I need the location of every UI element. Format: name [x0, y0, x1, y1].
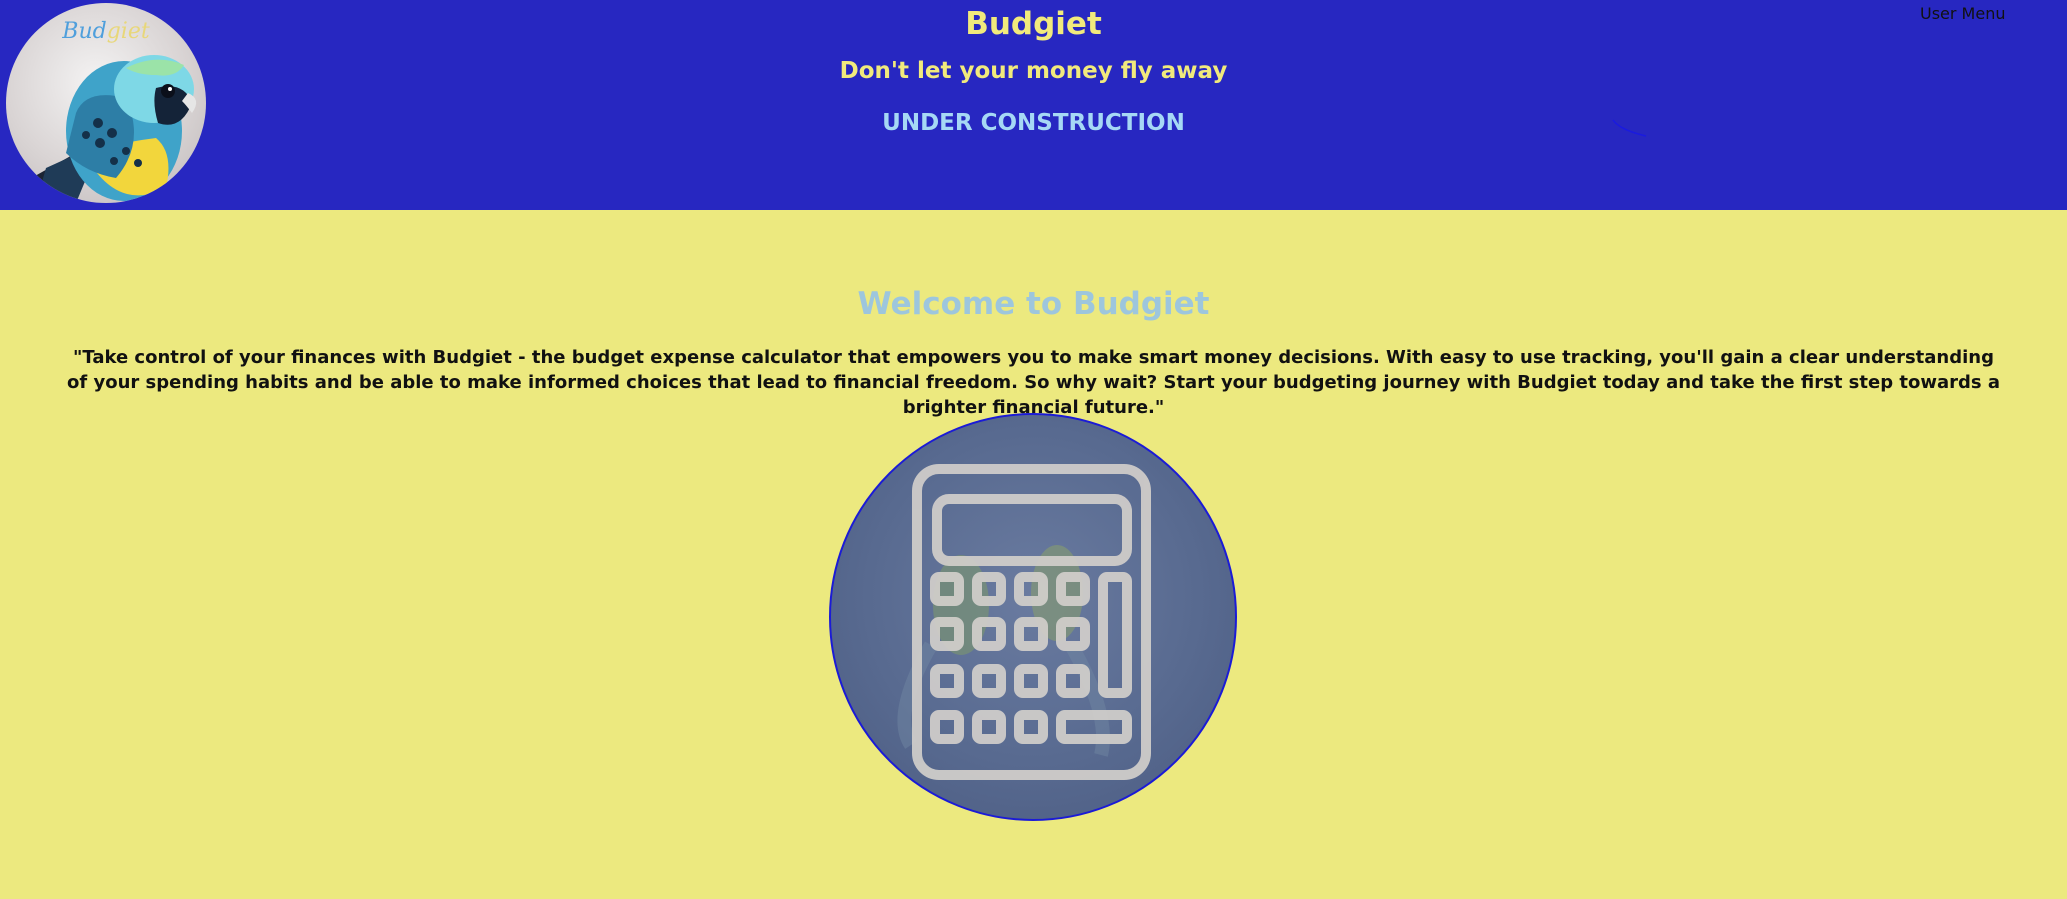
welcome-heading: Welcome to Budgiet — [857, 286, 1210, 322]
site-title: Budgiet — [965, 6, 1102, 42]
site-tagline: Don't let your money fly away — [839, 58, 1228, 84]
calculator-icon — [897, 464, 1151, 780]
decorative-squiggle — [1612, 119, 1647, 137]
under-construction-notice: UNDER CONSTRUCTION — [882, 110, 1185, 136]
hero-image — [829, 413, 1237, 821]
site-header: Budgiet Budgiet Don't let your money fly… — [0, 0, 2067, 210]
user-menu-link[interactable]: User Menu — [1920, 4, 2005, 23]
intro-paragraph: "Take control of your finances with Budg… — [67, 347, 2000, 418]
